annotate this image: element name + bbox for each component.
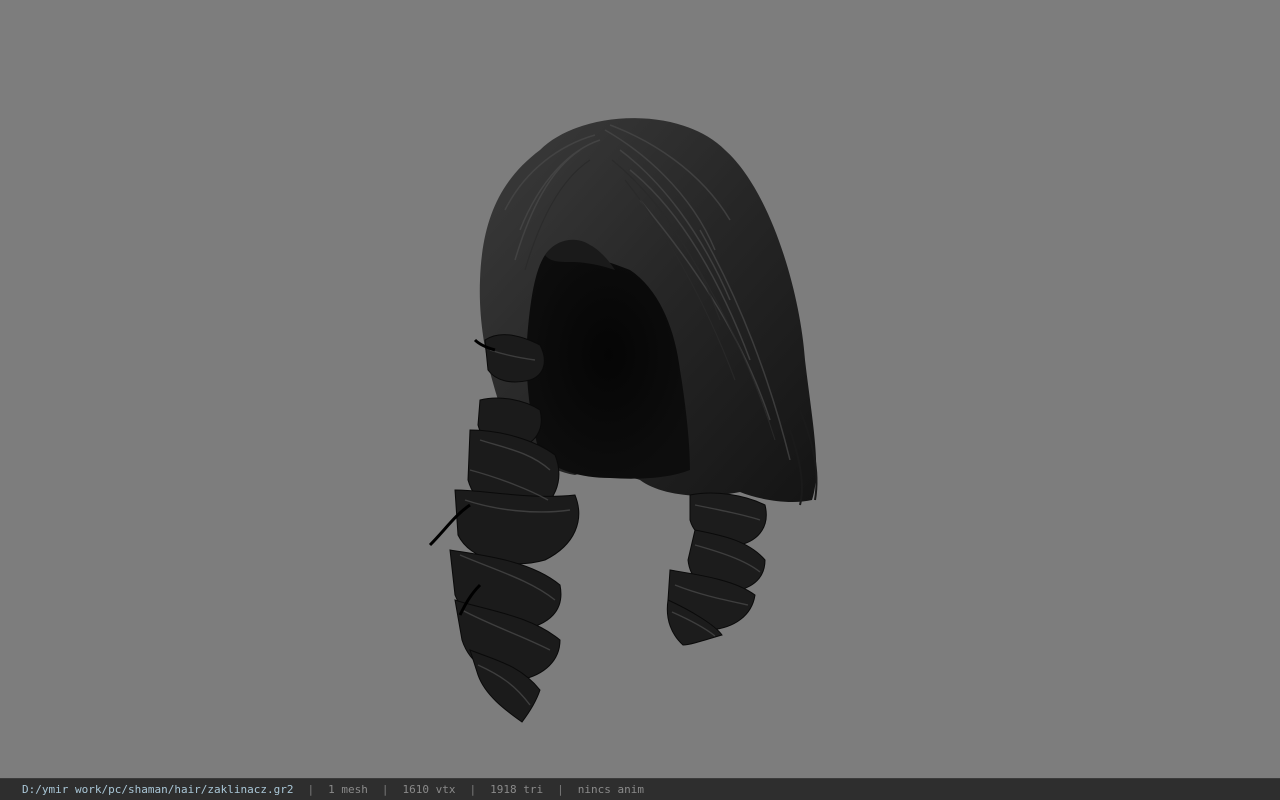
status-separator: | bbox=[307, 783, 315, 796]
status-separator: | bbox=[469, 783, 477, 796]
status-separator: | bbox=[381, 783, 389, 796]
hair-right-curls bbox=[666, 492, 767, 646]
hair-model-render bbox=[428, 118, 818, 723]
file-path-label: D:/ymir work/pc/shaman/hair/zaklinacz.gr… bbox=[22, 783, 294, 796]
vertex-count-label: 1610 vtx bbox=[402, 783, 456, 796]
3d-viewport[interactable] bbox=[0, 0, 1280, 778]
mesh-count-label: 1 mesh bbox=[328, 783, 368, 796]
triangle-count-label: 1918 tri bbox=[490, 783, 544, 796]
status-bar: D:/ymir work/pc/shaman/hair/zaklinacz.gr… bbox=[0, 778, 1280, 800]
animation-status-label: nincs anim bbox=[577, 783, 644, 796]
status-separator: | bbox=[557, 783, 564, 796]
